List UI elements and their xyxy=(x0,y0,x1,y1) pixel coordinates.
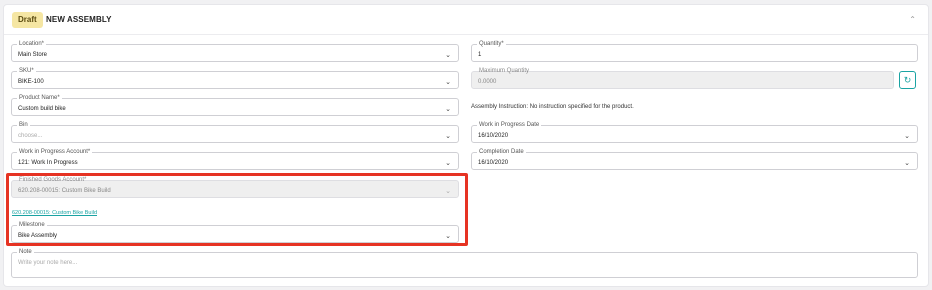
wip-date-picker[interactable]: Work in Progress Date 16/10/2020 ⌄ xyxy=(471,121,918,143)
chevron-down-icon[interactable]: ⌄ xyxy=(445,232,451,240)
card-header[interactable]: Draft NEW ASSEMBLY ⌃ xyxy=(4,5,928,35)
bin-placeholder: choose... xyxy=(18,133,43,139)
page-title: NEW ASSEMBLY xyxy=(46,15,112,24)
assembly-instruction: Assembly Instruction: No instruction spe… xyxy=(471,104,634,110)
product-name-select[interactable]: Product Name* Custom build bike ⌄ xyxy=(11,94,459,116)
wip-date-value: 16/10/2020 xyxy=(478,133,509,139)
note-label: Note xyxy=(17,248,34,256)
location-label: Location* xyxy=(17,40,47,48)
wip-account-value: 121: Work In Progress xyxy=(18,160,78,166)
milestone-select[interactable]: Milestone Bike Assembly ⌄ xyxy=(11,221,459,243)
refresh-icon: ↻ xyxy=(903,75,912,85)
chevron-down-icon[interactable]: ⌄ xyxy=(445,132,451,140)
chevron-down-icon[interactable]: ⌄ xyxy=(904,132,910,140)
bin-label: Bin xyxy=(17,121,30,129)
quantity-label: Quantity* xyxy=(477,40,506,48)
chevron-down-icon[interactable]: ⌄ xyxy=(904,159,910,167)
milestone-value: Bike Assembly xyxy=(18,233,58,239)
chevron-up-icon[interactable]: ⌃ xyxy=(909,15,916,24)
wip-account-select[interactable]: Work in Progress Account* 121: Work In P… xyxy=(11,148,459,170)
status-badge: Draft xyxy=(12,12,43,28)
finished-goods-account-link[interactable]: 620.208-00015: Custom Bike Build xyxy=(12,210,97,216)
product-name-value: Custom build bike xyxy=(18,106,66,112)
completion-date-value: 16/10/2020 xyxy=(478,160,509,166)
chevron-down-icon[interactable]: ⌄ xyxy=(445,105,451,113)
finished-goods-account-select: Finished Goods Account* 620.208-00015: C… xyxy=(11,177,459,198)
product-name-label: Product Name* xyxy=(17,94,62,102)
finished-goods-account-value: 620.208-00015: Custom Bike Build xyxy=(18,188,111,194)
sku-select[interactable]: SKU* BIKE-100 ⌄ xyxy=(11,67,459,89)
location-select[interactable]: Location* Main Store ⌄ xyxy=(11,40,459,62)
note-textarea[interactable]: Note Write your note here... xyxy=(11,248,918,278)
wip-date-label: Work in Progress Date xyxy=(477,121,542,129)
chevron-down-icon[interactable]: ⌄ xyxy=(445,78,451,86)
location-value: Main Store xyxy=(18,52,48,58)
quantity-value: 1 xyxy=(478,52,482,58)
quantity-input[interactable]: Quantity* 1 xyxy=(471,40,918,62)
bin-select[interactable]: Bin choose... ⌄ xyxy=(11,121,459,143)
note-placeholder: Write your note here... xyxy=(18,260,78,266)
chevron-down-icon[interactable]: ⌄ xyxy=(445,51,451,59)
max-quantity-value: 0.0000 xyxy=(478,79,497,85)
refresh-button[interactable]: ↻ xyxy=(899,71,916,89)
wip-account-label: Work in Progress Account* xyxy=(17,148,93,156)
chevron-down-icon: ⌄ xyxy=(445,188,451,195)
chevron-down-icon[interactable]: ⌄ xyxy=(445,159,451,167)
max-quantity-field: Maximum Quantity 0.0000 xyxy=(471,68,894,89)
sku-value: BIKE-100 xyxy=(18,79,44,85)
completion-date-label: Completion Date xyxy=(477,148,526,156)
sku-label: SKU* xyxy=(17,67,36,75)
milestone-label: Milestone xyxy=(17,221,47,229)
max-quantity-label: Maximum Quantity xyxy=(479,68,530,74)
completion-date-picker[interactable]: Completion Date 16/10/2020 ⌄ xyxy=(471,148,918,170)
finished-goods-account-label: Finished Goods Account* xyxy=(19,177,87,183)
